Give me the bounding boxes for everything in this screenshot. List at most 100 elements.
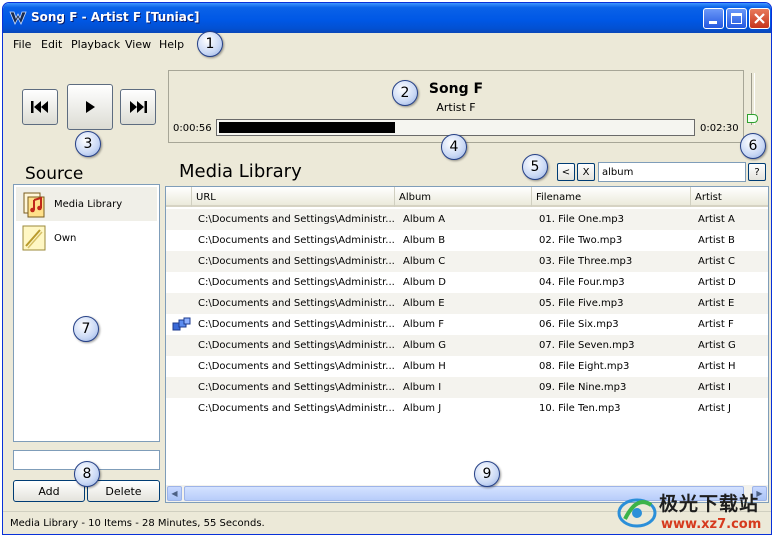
cell-artist: Artist G xyxy=(698,340,736,351)
window-title: Song F - Artist F [Tuniac] xyxy=(31,10,200,24)
menu-bar: File Edit Playback View Help xyxy=(3,33,771,55)
callout-8: 8 xyxy=(74,461,100,487)
cell-url: C:\Documents and Settings\Administr... xyxy=(198,382,394,393)
callout-5: 5 xyxy=(522,154,548,180)
minimize-button[interactable] xyxy=(703,8,724,29)
table-row[interactable]: C:\Documents and Settings\Administr... Al… xyxy=(166,398,768,419)
volume-slider-thumb[interactable] xyxy=(747,114,758,123)
cell-filename: 09. File Nine.mp3 xyxy=(539,382,627,393)
column-header-filename[interactable]: Filename xyxy=(532,187,691,207)
search-help-button[interactable]: ? xyxy=(748,163,766,181)
source-item-media-library[interactable]: Media Library xyxy=(16,187,157,221)
table-row[interactable]: C:\Documents and Settings\Administr... Al… xyxy=(166,335,768,356)
source-item-label: Media Library xyxy=(54,199,123,210)
table-row[interactable]: C:\Documents and Settings\Administr... Al… xyxy=(166,251,768,272)
watermark-logo-icon xyxy=(617,498,657,528)
table-row[interactable]: C:\Documents and Settings\Administr... Al… xyxy=(166,377,768,398)
cell-album: Album B xyxy=(403,235,446,246)
table-row[interactable]: C:\Documents and Settings\Administr... Al… xyxy=(166,356,768,377)
cell-artist: Artist B xyxy=(698,235,735,246)
cell-filename: 08. File Eight.mp3 xyxy=(539,361,630,372)
cell-url: C:\Documents and Settings\Administr... xyxy=(198,298,394,309)
table-row[interactable]: C:\Documents and Settings\Administr... Al… xyxy=(166,230,768,251)
source-item-own[interactable]: Own xyxy=(16,221,157,255)
next-button[interactable] xyxy=(120,89,156,125)
elapsed-time: 0:00:56 xyxy=(173,123,212,134)
column-header-album[interactable]: Album xyxy=(395,187,532,207)
cell-url: C:\Documents and Settings\Administr... xyxy=(198,256,394,267)
title-bar[interactable]: Song F - Artist F [Tuniac] xyxy=(3,3,771,33)
callout-4: 4 xyxy=(441,134,467,160)
menu-playback[interactable]: Playback xyxy=(71,38,120,51)
library-title: Media Library xyxy=(179,161,302,182)
cell-filename: 02. File Two.mp3 xyxy=(539,235,623,246)
cell-url: C:\Documents and Settings\Administr... xyxy=(198,319,394,330)
status-text: Media Library - 10 Items - 28 Minutes, 5… xyxy=(10,518,265,529)
scroll-left-icon[interactable]: ◀ xyxy=(167,486,182,501)
total-time: 0:02:30 xyxy=(700,123,739,134)
cell-filename: 06. File Six.mp3 xyxy=(539,319,619,330)
menu-help[interactable]: Help xyxy=(159,38,184,51)
cell-artist: Artist F xyxy=(698,319,734,330)
previous-button[interactable] xyxy=(22,89,58,125)
cell-url: C:\Documents and Settings\Administr... xyxy=(198,403,394,414)
cell-artist: Artist A xyxy=(698,214,735,225)
playlist-icon xyxy=(22,225,46,251)
cell-artist: Artist J xyxy=(698,403,731,414)
cell-url: C:\Documents and Settings\Administr... xyxy=(198,277,394,288)
add-button[interactable]: Add xyxy=(13,480,85,502)
cell-album: Album H xyxy=(403,361,446,372)
close-button[interactable] xyxy=(749,8,770,29)
search-back-button[interactable]: < xyxy=(557,163,575,181)
cell-artist: Artist E xyxy=(698,298,735,309)
cell-album: Album I xyxy=(403,382,442,393)
callout-2: 2 xyxy=(392,80,418,106)
cell-artist: Artist C xyxy=(698,256,735,267)
watermark: 极光下载站 www.xz7.com xyxy=(615,487,771,534)
cell-url: C:\Documents and Settings\Administr... xyxy=(198,235,394,246)
cell-filename: 10. File Ten.mp3 xyxy=(539,403,621,414)
delete-button[interactable]: Delete xyxy=(87,480,160,502)
previous-icon xyxy=(31,101,48,113)
cell-album: Album J xyxy=(403,403,442,414)
now-playing-icon xyxy=(172,317,191,331)
source-heading: Source xyxy=(25,164,84,184)
column-header-status[interactable] xyxy=(166,187,192,207)
source-item-label: Own xyxy=(54,233,77,244)
table-row[interactable]: C:\Documents and Settings\Administr... Al… xyxy=(166,209,768,230)
cell-filename: 03. File Three.mp3 xyxy=(539,256,633,267)
minimize-icon xyxy=(709,21,717,24)
callout-9: 9 xyxy=(474,461,500,487)
cell-album: Album G xyxy=(403,340,446,351)
cell-filename: 05. File Five.mp3 xyxy=(539,298,624,309)
watermark-url: www.xz7.com xyxy=(661,517,762,532)
now-playing-panel: Song F Artist F 0:00:56 0:02:30 xyxy=(168,70,744,143)
song-title: Song F xyxy=(428,81,484,97)
table-row[interactable]: C:\Documents and Settings\Administr... Al… xyxy=(166,293,768,314)
menu-file[interactable]: File xyxy=(13,38,31,51)
cell-artist: Artist H xyxy=(698,361,736,372)
tuniac-logo-icon xyxy=(9,11,27,25)
maximize-button[interactable] xyxy=(726,8,747,29)
cell-url: C:\Documents and Settings\Administr... xyxy=(198,214,394,225)
maximize-icon xyxy=(731,13,742,24)
song-artist: Artist F xyxy=(436,101,476,114)
cell-album: Album D xyxy=(403,277,446,288)
menu-edit[interactable]: Edit xyxy=(41,38,62,51)
play-button[interactable] xyxy=(67,84,113,130)
search-input[interactable] xyxy=(598,162,746,182)
search-clear-button[interactable]: X xyxy=(577,163,595,181)
column-header-url[interactable]: URL xyxy=(192,187,395,207)
table-row[interactable]: C:\Documents and Settings\Administr... Al… xyxy=(166,272,768,293)
play-icon xyxy=(86,101,95,113)
column-header-artist[interactable]: Artist xyxy=(691,187,768,207)
table-header: URL Album Filename Artist xyxy=(166,187,768,207)
table-row[interactable]: C:\Documents and Settings\Administr... Al… xyxy=(166,314,768,335)
watermark-title: 极光下载站 xyxy=(659,493,760,515)
menu-view[interactable]: View xyxy=(125,38,151,51)
cell-filename: 01. File One.mp3 xyxy=(539,214,624,225)
library-table[interactable]: URL Album Filename Artist C:\Documents a… xyxy=(165,186,769,503)
close-icon xyxy=(754,13,765,24)
source-list[interactable]: Media Library Own xyxy=(13,184,160,442)
cell-album: Album E xyxy=(403,298,445,309)
